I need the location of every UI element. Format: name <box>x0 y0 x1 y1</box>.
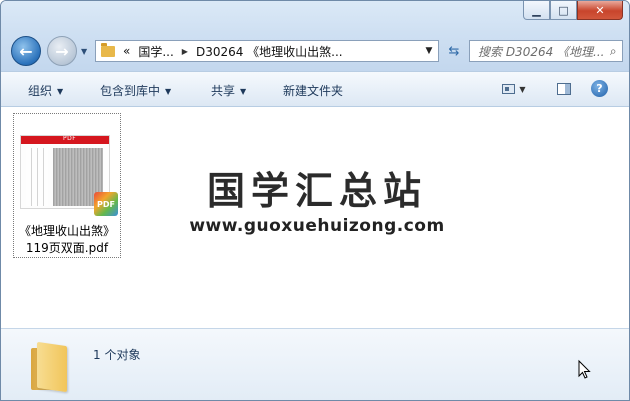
mouse-cursor-icon <box>578 359 591 379</box>
breadcrumb-separator-icon[interactable]: ▶ <box>182 47 188 56</box>
title-bar: ▁ □ ✕ ← → ▼ « 国学... ▶ D30264 《地理收山出煞... … <box>1 1 629 71</box>
folder-front <box>37 341 67 393</box>
explorer-window: ▁ □ ✕ ← → ▼ « 国学... ▶ D30264 《地理收山出煞... … <box>0 0 630 401</box>
watermark-title: 国学汇总站 <box>206 169 427 213</box>
details-pane: 1 个对象 <box>1 328 629 400</box>
item-count: 1 个对象 <box>93 348 141 362</box>
recent-pages-dropdown[interactable]: ▼ <box>81 45 91 57</box>
forward-button[interactable]: → <box>47 36 77 66</box>
file-list[interactable]: PDF PDF 《地理收山出煞》 119页双面.pdf 国学汇总站 www.gu… <box>1 108 629 328</box>
preview-pane-button[interactable] <box>555 80 573 98</box>
minimize-button[interactable]: ▁ <box>523 1 550 20</box>
watermark-url: www.guoxuehuizong.com <box>189 216 445 236</box>
breadcrumb-overflow[interactable]: « <box>123 44 130 58</box>
arrow-right-icon: → <box>55 41 69 61</box>
chevron-down-icon: ▼ <box>165 87 172 96</box>
organize-menu[interactable]: 组织 ▼ <box>28 82 63 99</box>
organize-label: 组织 <box>28 84 53 98</box>
thumbnail-text-columns <box>26 148 48 206</box>
folder-icon <box>101 42 115 57</box>
include-in-library-label: 包含到库中 <box>100 84 161 98</box>
arrow-left-icon: ← <box>19 41 33 61</box>
search-icon[interactable]: ⌕ <box>605 41 623 61</box>
share-menu[interactable]: 共享 ▼ <box>211 82 246 99</box>
back-button[interactable]: ← <box>11 36 41 66</box>
folder-icon <box>31 341 69 393</box>
help-icon[interactable]: ? <box>591 80 608 97</box>
search-input[interactable]: 搜索 D30264 《地理... ⌕ <box>469 40 623 62</box>
file-name-line1: 《地理收山出煞》 <box>18 224 115 238</box>
maximize-button[interactable]: □ <box>550 1 577 20</box>
include-in-library-menu[interactable]: 包含到库中 ▼ <box>100 82 171 99</box>
command-bar: 组织 ▼ 包含到库中 ▼ 共享 ▼ 新建文件夹 ▼ ? <box>1 71 629 107</box>
address-dropdown-button[interactable]: ▼ <box>420 41 438 61</box>
chevron-down-icon: ▼ <box>240 87 247 96</box>
refresh-button[interactable]: ⇆ <box>443 40 465 62</box>
chevron-down-icon: ▼ <box>57 87 64 96</box>
change-view-button[interactable]: ▼ <box>499 80 529 98</box>
breadcrumb-item-current[interactable]: D30264 《地理收山出煞... <box>196 43 343 60</box>
search-placeholder: 搜索 D30264 《地理... <box>478 44 605 59</box>
view-icon <box>502 84 516 94</box>
navigation-row: ← → ▼ « 国学... ▶ D30264 《地理收山出煞... ▼ ⇆ 搜索… <box>9 34 623 68</box>
thumbnail-label: PDF <box>63 135 77 142</box>
refresh-icon: ⇆ <box>448 43 460 59</box>
file-name: 《地理收山出煞》 119页双面.pdf <box>14 223 120 257</box>
file-item-pdf[interactable]: PDF PDF 《地理收山出煞》 119页双面.pdf <box>13 113 121 258</box>
share-label: 共享 <box>211 84 236 98</box>
new-folder-button[interactable]: 新建文件夹 <box>283 82 343 99</box>
close-button[interactable]: ✕ <box>577 1 623 20</box>
file-name-line2: 119页双面.pdf <box>25 241 109 255</box>
pdf-icon: PDF <box>94 192 118 216</box>
new-folder-label: 新建文件夹 <box>283 84 344 98</box>
address-bar[interactable]: « 国学... ▶ D30264 《地理收山出煞... ▼ <box>95 40 439 62</box>
caption-buttons: ▁ □ ✕ <box>523 1 623 20</box>
preview-pane-icon <box>557 83 571 95</box>
breadcrumb-item[interactable]: 国学... <box>138 43 173 60</box>
